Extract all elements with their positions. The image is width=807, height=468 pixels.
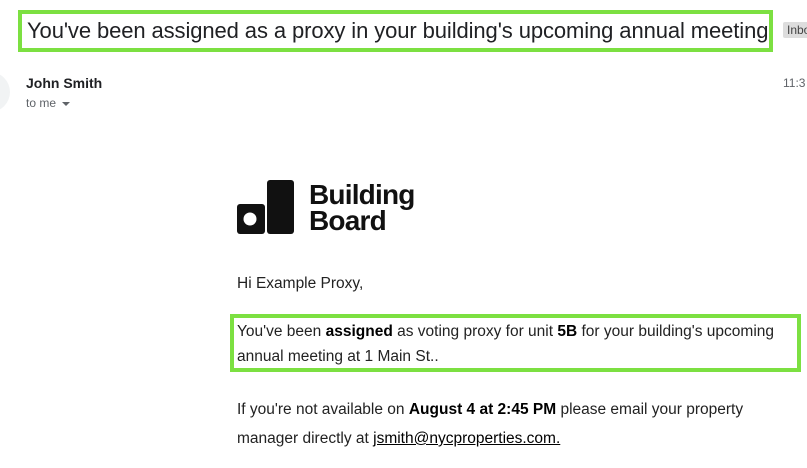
email-subject: You've been assigned as a proxy in your … bbox=[27, 18, 769, 43]
assign-text-2: as voting proxy for unit bbox=[392, 323, 558, 340]
sender-name[interactable]: John Smith bbox=[26, 75, 102, 91]
unit-number: 5B bbox=[557, 323, 578, 340]
logo-line-2: Board bbox=[309, 205, 387, 236]
recipient-label: to me bbox=[26, 96, 57, 110]
avatar[interactable] bbox=[0, 72, 10, 112]
email-time: 11:3 bbox=[783, 76, 806, 90]
logo-wordmark: Building Board bbox=[309, 181, 415, 236]
assign-text-1: You've been bbox=[237, 323, 326, 340]
recipient-toggle[interactable]: to me bbox=[26, 96, 71, 110]
meeting-date: August 4 at 2:45 PM bbox=[408, 401, 557, 418]
assignment-paragraph: You've been assigned as voting proxy for… bbox=[237, 319, 797, 369]
greeting: Hi Example Proxy, bbox=[237, 275, 364, 292]
building-board-logo: Building Board bbox=[237, 180, 415, 236]
chevron-down-icon[interactable] bbox=[62, 102, 71, 106]
manager-email-link[interactable]: jsmith@nycproperties.com. bbox=[373, 430, 560, 447]
assign-bold-assigned: assigned bbox=[325, 323, 393, 340]
logo-mark-icon bbox=[237, 180, 294, 234]
avail-text-1: If you're not available on bbox=[237, 401, 409, 418]
availability-paragraph: If you're not available on August 4 at 2… bbox=[237, 395, 797, 453]
inbox-label-badge[interactable]: Inbo bbox=[783, 22, 807, 38]
subject-highlight: You've been assigned as a proxy in your … bbox=[18, 10, 773, 52]
